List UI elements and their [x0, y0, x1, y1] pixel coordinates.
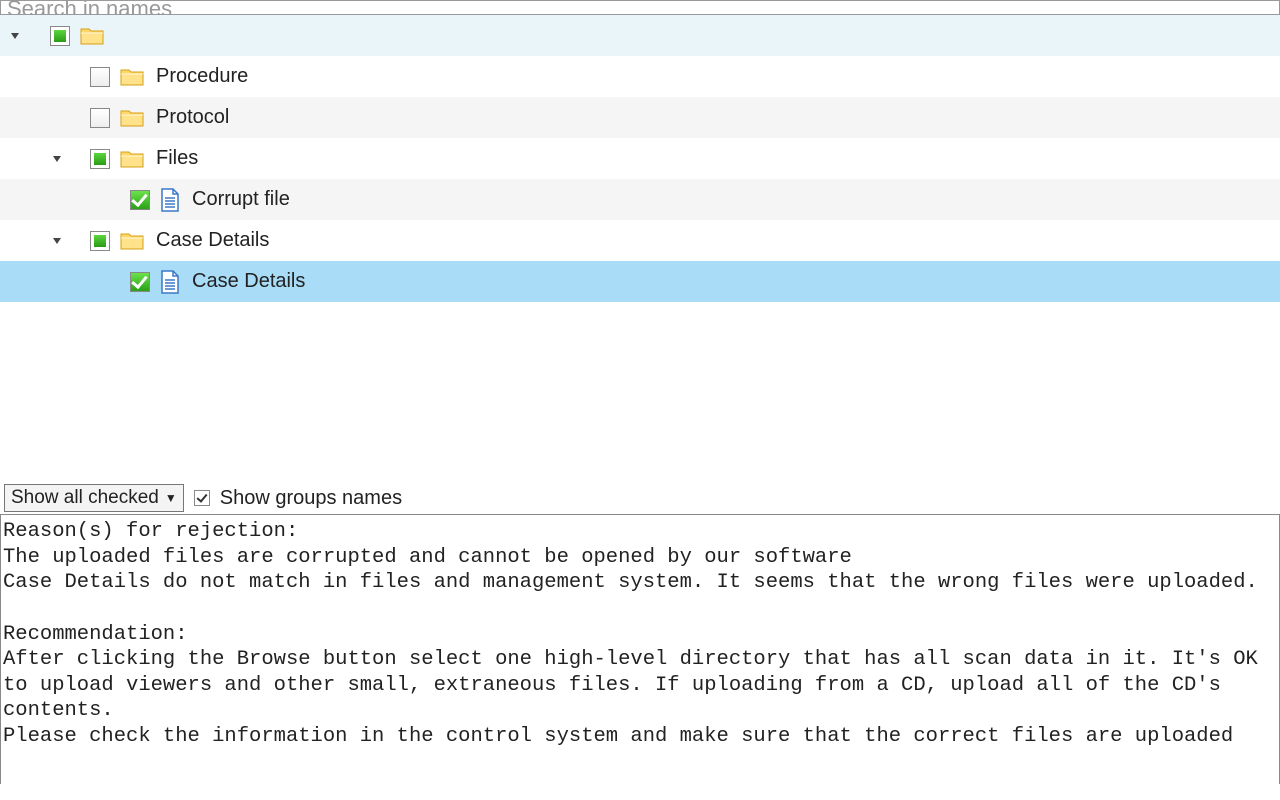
chevron-down-icon: ▼ — [165, 491, 177, 505]
filter-dropdown[interactable]: Show all checked ▼ — [4, 484, 184, 512]
folder-icon — [120, 67, 144, 87]
tree-row-case-details-file[interactable]: Case Details — [0, 261, 1280, 302]
checkbox-partial[interactable] — [90, 231, 110, 251]
dropdown-label: Show all checked — [11, 487, 159, 509]
tree-view: Procedure Protocol Files Corrupt file Ca… — [0, 15, 1280, 302]
folder-icon — [120, 108, 144, 128]
collapse-icon[interactable] — [8, 29, 22, 43]
collapse-icon[interactable] — [50, 152, 64, 166]
tree-label: Case Details — [156, 229, 269, 252]
tree-label: Case Details — [192, 270, 305, 293]
tree-label: Protocol — [156, 106, 229, 129]
folder-icon — [120, 149, 144, 169]
folder-icon — [120, 231, 144, 251]
file-icon — [160, 270, 180, 294]
tree-row-protocol[interactable]: Protocol — [0, 97, 1280, 138]
checkbox-empty[interactable] — [90, 67, 110, 87]
collapse-icon[interactable] — [50, 234, 64, 248]
tree-row-case-details-folder[interactable]: Case Details — [0, 220, 1280, 261]
tree-label: Corrupt file — [192, 188, 290, 211]
show-groups-checkbox[interactable] — [194, 490, 210, 506]
checkbox-checked[interactable] — [130, 190, 150, 210]
file-icon — [160, 188, 180, 212]
tree-label: Files — [156, 147, 198, 170]
checkbox-empty[interactable] — [90, 108, 110, 128]
search-input[interactable]: Search in names — [0, 0, 1280, 15]
tree-row-files[interactable]: Files — [0, 138, 1280, 179]
checkbox-partial[interactable] — [90, 149, 110, 169]
tree-row-procedure[interactable]: Procedure — [0, 56, 1280, 97]
checkbox-checked[interactable] — [130, 272, 150, 292]
controls-bar: Show all checked ▼ Show groups names — [0, 482, 1280, 514]
tree-row-root[interactable] — [0, 15, 1280, 56]
tree-label: Procedure — [156, 65, 248, 88]
show-groups-label: Show groups names — [220, 487, 402, 510]
folder-icon — [80, 26, 104, 46]
tree-row-corrupt-file[interactable]: Corrupt file — [0, 179, 1280, 220]
rejection-text-panel[interactable]: Reason(s) for rejection: The uploaded fi… — [0, 514, 1280, 784]
checkbox-partial[interactable] — [50, 26, 70, 46]
